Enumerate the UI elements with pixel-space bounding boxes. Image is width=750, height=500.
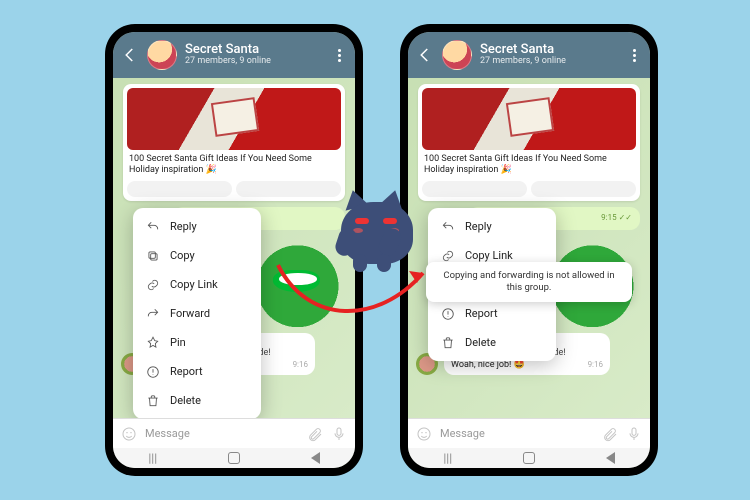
message-time: 9:16: [588, 360, 603, 369]
menu-item-delete[interactable]: Delete: [133, 386, 261, 415]
report-icon: [145, 364, 160, 379]
more-icon[interactable]: [626, 49, 642, 62]
attach-icon[interactable]: [307, 426, 323, 442]
delete-icon: [145, 393, 160, 408]
chat-body: 100 Secret Santa Gift Ideas If You Need …: [408, 78, 650, 420]
nav-home-icon[interactable]: [523, 452, 535, 464]
link-preview-message[interactable]: 100 Secret Santa Gift Ideas If You Need …: [123, 84, 345, 201]
nav-recent-icon[interactable]: |||: [443, 451, 452, 465]
attach-icon[interactable]: [602, 426, 618, 442]
mic-icon[interactable]: [626, 426, 642, 442]
preview-caption: 100 Secret Santa Gift Ideas If You Need …: [127, 150, 341, 178]
link-preview-message[interactable]: 100 Secret Santa Gift Ideas If You Need …: [418, 84, 640, 201]
more-icon[interactable]: [331, 49, 347, 62]
forward-icon: [145, 306, 160, 321]
preview-button[interactable]: [422, 181, 527, 197]
preview-button[interactable]: [531, 181, 636, 197]
message-input[interactable]: Message: [145, 427, 299, 440]
chat-header-text[interactable]: Secret Santa 27 members, 9 online: [480, 43, 618, 67]
android-navbar: |||: [408, 448, 650, 468]
menu-item-copy[interactable]: Copy: [133, 241, 261, 270]
back-icon[interactable]: [416, 46, 434, 64]
message-time: 9:16: [293, 360, 308, 369]
chat-header: Secret Santa 27 members, 9 online: [408, 32, 650, 78]
restriction-toast: Copying and forwarding is not allowed in…: [426, 262, 632, 302]
android-navbar: |||: [113, 448, 355, 468]
menu-item-delete[interactable]: Delete: [428, 328, 556, 357]
menu-item-report[interactable]: Report: [428, 299, 556, 328]
phone-right: Secret Santa 27 members, 9 online 100 Se…: [400, 24, 658, 476]
chat-subtitle: 27 members, 9 online: [185, 57, 323, 67]
phone-left: Secret Santa 27 members, 9 online 100 Se…: [105, 24, 363, 476]
emoji-icon[interactable]: [121, 426, 137, 442]
preview-image: [422, 88, 636, 150]
nav-home-icon[interactable]: [228, 452, 240, 464]
emoji-icon[interactable]: [416, 426, 432, 442]
outgoing-time: 9:15 ✓✓: [601, 213, 632, 222]
toast-text: Copying and forwarding is not allowed in…: [443, 270, 614, 293]
delete-icon: [440, 335, 455, 350]
nav-back-icon[interactable]: [311, 452, 320, 464]
chat-body: 100 Secret Santa Gift Ideas If You Need …: [113, 78, 355, 420]
grinch-sticker[interactable]: [250, 234, 345, 329]
screen-left: Secret Santa 27 members, 9 online 100 Se…: [113, 32, 355, 468]
mic-icon[interactable]: [331, 426, 347, 442]
link-icon: [145, 277, 160, 292]
nav-back-icon[interactable]: [606, 452, 615, 464]
menu-item-pin[interactable]: Pin: [133, 328, 261, 357]
message-input[interactable]: Message: [440, 427, 594, 440]
chat-header-text[interactable]: Secret Santa 27 members, 9 online: [185, 43, 323, 67]
message-input-bar: Message: [408, 418, 650, 448]
preview-button[interactable]: [236, 181, 341, 197]
cat-sticker-overlay: [333, 188, 419, 274]
preview-image: [127, 88, 341, 150]
preview-caption: 100 Secret Santa Gift Ideas If You Need …: [422, 150, 636, 178]
link-icon: [440, 248, 455, 263]
message-input-bar: Message: [113, 418, 355, 448]
pin-icon: [145, 335, 160, 350]
menu-item-copy-link[interactable]: Copy Link: [133, 270, 261, 299]
nav-recent-icon[interactable]: |||: [148, 451, 157, 465]
chat-header: Secret Santa 27 members, 9 online: [113, 32, 355, 78]
reply-icon: [440, 219, 455, 234]
back-icon[interactable]: [121, 46, 139, 64]
chat-title: Secret Santa: [185, 43, 323, 57]
chat-avatar[interactable]: [147, 40, 177, 70]
menu-item-reply[interactable]: Reply: [428, 212, 556, 241]
chat-subtitle: 27 members, 9 online: [480, 57, 618, 67]
menu-item-report[interactable]: Report: [133, 357, 261, 386]
copy-icon: [145, 248, 160, 263]
preview-buttons: [422, 181, 636, 197]
report-icon: [440, 306, 455, 321]
preview-buttons: [127, 181, 341, 197]
chat-avatar[interactable]: [442, 40, 472, 70]
menu-item-forward[interactable]: Forward: [133, 299, 261, 328]
reply-icon: [145, 219, 160, 234]
menu-item-reply[interactable]: Reply: [133, 212, 261, 241]
preview-button[interactable]: [127, 181, 232, 197]
context-menu: Reply Copy Copy Link Forward Pin Report …: [133, 208, 261, 419]
chat-title: Secret Santa: [480, 43, 618, 57]
reply-text: Woah, nice job! 🤩: [451, 360, 525, 370]
screen-right: Secret Santa 27 members, 9 online 100 Se…: [408, 32, 650, 468]
